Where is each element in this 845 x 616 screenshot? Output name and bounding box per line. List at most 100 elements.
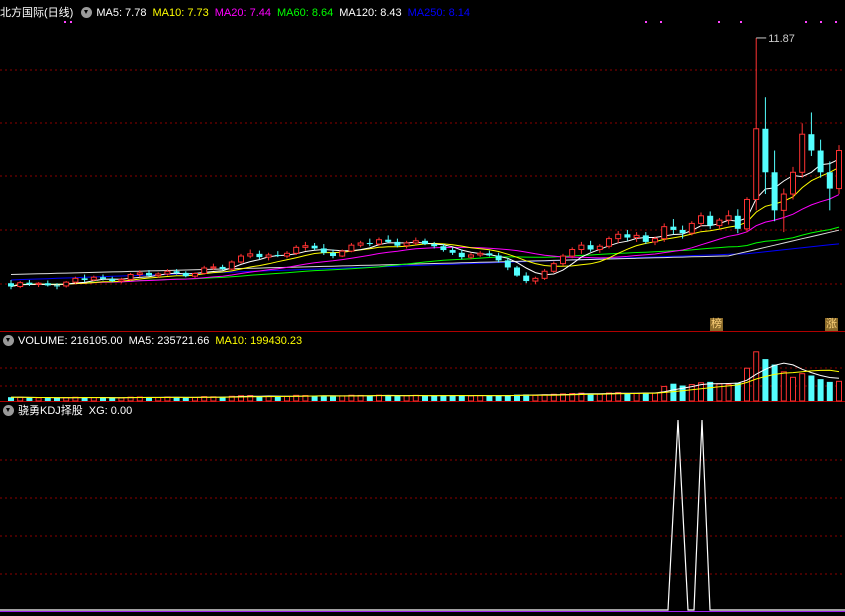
candle-body: [247, 253, 254, 257]
candle-body: [256, 253, 263, 258]
stock-chart[interactable]: 11.87: [0, 0, 845, 616]
candle-body: [780, 193, 787, 211]
volume-bar: [790, 376, 796, 402]
volume-bar: [753, 351, 760, 402]
candle-body: [274, 254, 281, 257]
volume-bar: [311, 395, 318, 401]
volume-bar: [799, 373, 806, 402]
candle-body: [366, 242, 373, 245]
volume-bar: [385, 395, 392, 401]
candle-body: [532, 277, 539, 282]
candle-body: [716, 219, 723, 227]
candle-body: [661, 226, 668, 240]
candle-body: [744, 198, 750, 230]
signal-dot: [805, 21, 807, 23]
candle-body: [210, 266, 217, 269]
volume-bar: [330, 396, 336, 401]
candle-body: [799, 133, 806, 173]
candle-body: [90, 276, 97, 281]
candle-body: [477, 252, 484, 256]
volume-bar: [182, 397, 189, 401]
volume-bar: [265, 395, 272, 402]
volume-bar: [403, 395, 410, 402]
candle-body: [136, 272, 143, 276]
volume-bar: [532, 394, 539, 402]
volume-bar: [707, 381, 714, 401]
volume-bar: [541, 394, 548, 402]
volume-bar: [339, 395, 346, 402]
candle-body: [734, 215, 741, 229]
candle-body: [26, 282, 33, 285]
signal-dot: [835, 21, 837, 23]
candle-body: [670, 226, 677, 230]
candle-body: [422, 240, 428, 245]
volume-bar: [670, 383, 677, 401]
candle-body: [569, 249, 576, 257]
candle-body: [679, 229, 686, 234]
candle-body: [615, 233, 622, 240]
candle-body: [265, 254, 272, 258]
candle-body: [652, 238, 658, 243]
volume-bar: [155, 397, 162, 402]
signal-dot: [718, 21, 720, 23]
candle-body: [468, 254, 474, 258]
candle-body: [238, 255, 244, 263]
candle-body: [173, 271, 180, 273]
volume-bar: [661, 385, 668, 402]
candle-body: [35, 282, 42, 285]
volume-bar: [449, 395, 456, 401]
candle-body: [707, 215, 714, 226]
candle-body: [836, 150, 842, 190]
volume-bar: [366, 395, 373, 401]
candle-body: [385, 239, 392, 242]
candle-body: [54, 285, 60, 287]
candle-body: [17, 282, 24, 287]
candle-body: [219, 266, 226, 270]
candle-body: [155, 273, 162, 277]
volume-bar: [219, 397, 226, 401]
candle-body: [164, 270, 171, 275]
volume-bar: [808, 375, 815, 401]
candle-body: [72, 277, 79, 283]
volume-bar: [17, 396, 24, 402]
volume-bar: [725, 384, 732, 402]
volume-bar: [652, 392, 658, 402]
bang-tag[interactable]: 榜: [710, 318, 723, 331]
candle-body: [100, 277, 106, 279]
candle-body: [311, 245, 318, 249]
volume-bar: [440, 395, 447, 401]
candle-body: [550, 263, 557, 272]
candle-body: [624, 234, 631, 238]
volume-bar: [633, 392, 640, 402]
candle-body: [63, 281, 70, 287]
candle-body: [127, 274, 134, 280]
candle-body: [790, 171, 796, 195]
volume-bar: [35, 397, 42, 402]
candle-body: [201, 267, 208, 274]
candle-body: [753, 128, 760, 200]
candle-body: [808, 134, 815, 151]
high-price-label: 11.87: [768, 33, 795, 45]
candle-body: [560, 255, 566, 265]
candle-body: [330, 252, 336, 257]
volume-bar: [624, 393, 631, 401]
candle-body: [376, 239, 382, 245]
volume-bar: [26, 397, 33, 401]
volume-bar: [486, 395, 493, 401]
ma5-line: [10, 158, 840, 287]
candle-body: [440, 246, 447, 251]
candle-body: [486, 253, 493, 256]
zhang-tag[interactable]: 涨: [825, 318, 838, 331]
candle-body: [146, 272, 152, 276]
candle-body: [725, 215, 732, 221]
candle-body: [495, 255, 502, 261]
candle-body: [302, 245, 309, 248]
volume-bar: [780, 371, 787, 402]
candle-body: [587, 245, 594, 250]
candle-body: [449, 250, 456, 253]
candle-body: [578, 244, 585, 251]
volume-bar: [192, 396, 198, 402]
candle-body: [109, 278, 116, 282]
candle-body: [293, 246, 300, 254]
volume-bar: [8, 397, 14, 401]
